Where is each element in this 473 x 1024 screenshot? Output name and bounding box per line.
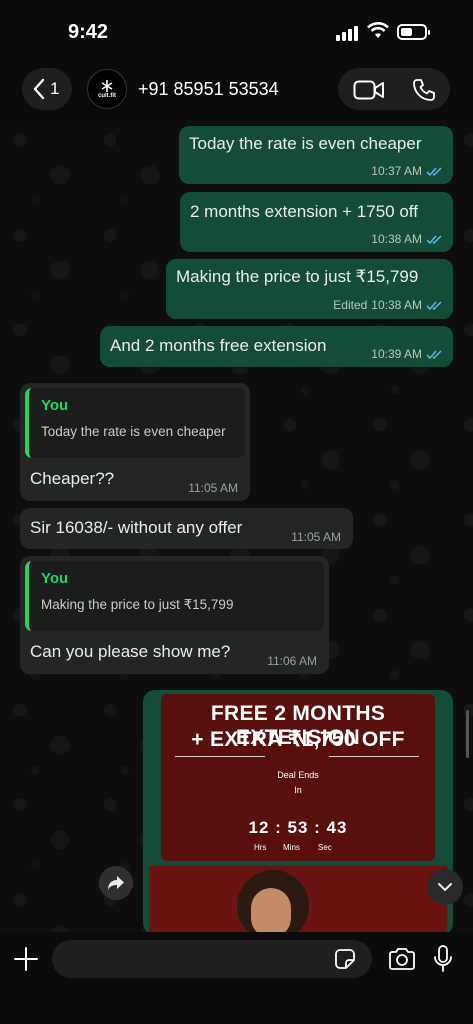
message-text: 2 months extension + 1750 off (190, 202, 418, 221)
quoted-message[interactable]: You Today the rate is even cheaper (25, 388, 245, 458)
promo-photo (149, 866, 447, 935)
sticker-icon[interactable] (334, 948, 356, 970)
message-meta: 10:37 AM (371, 164, 443, 178)
timer-unit-mins: Mins (283, 843, 300, 852)
image-message[interactable]: FREE 2 MONTHS EXTENSION + EXTRA ₹1,750 O… (143, 690, 453, 935)
quote-text: Making the price to just ₹15,799 (41, 597, 234, 612)
message-meta: 10:39 AM (371, 347, 443, 361)
chevron-left-icon (33, 78, 45, 100)
message-text: Today the rate is even cheaper (189, 134, 422, 153)
mic-icon[interactable] (433, 945, 453, 973)
deal-in-label: In (294, 785, 302, 795)
timer-unit-hrs: Hrs (254, 843, 267, 852)
battery-icon (397, 24, 430, 40)
camera-icon[interactable] (388, 947, 416, 971)
message-time: 11:05 AM (291, 530, 341, 544)
message-text: Sir 16038/- without any offer (30, 518, 243, 537)
message-meta: Edited 10:38 AM (333, 298, 443, 312)
back-button[interactable]: 1 (22, 68, 72, 110)
message-time: 11:06 AM (267, 654, 317, 668)
message-text: Can you please show me? (30, 642, 231, 661)
cellular-signal-icon (336, 25, 360, 41)
double-check-icon (426, 166, 442, 176)
scroll-to-bottom-button[interactable] (427, 869, 463, 905)
message-time: 11:05 AM (188, 481, 238, 495)
message-outgoing[interactable]: And 2 months free extension 10:39 AM (100, 326, 453, 367)
status-bar: 9:42 (0, 0, 473, 60)
message-meta: 10:38 AM (371, 232, 443, 246)
double-check-icon (426, 300, 442, 310)
forward-icon (108, 876, 124, 890)
message-incoming[interactable]: You Today the rate is even cheaper Cheap… (20, 383, 250, 501)
message-time: 10:37 AM (371, 164, 422, 178)
message-input[interactable] (52, 940, 372, 978)
wifi-icon (367, 22, 389, 38)
phone-icon[interactable] (412, 78, 436, 102)
double-check-icon (426, 349, 442, 359)
promo-title-line2: + EXTRA ₹1,750 OFF (191, 728, 405, 751)
divider (329, 756, 419, 757)
double-check-icon (426, 234, 442, 244)
message-text: Making the price to just ₹15,799 (176, 267, 419, 286)
message-outgoing[interactable]: Making the price to just ₹15,799 Edited … (166, 259, 453, 319)
message-outgoing[interactable]: 2 months extension + 1750 off 10:38 AM (180, 192, 453, 252)
status-time: 9:42 (68, 21, 109, 43)
message-time: 10:38 AM (371, 232, 422, 246)
quote-author: You (41, 570, 69, 587)
message-text: Cheaper?? (30, 469, 115, 488)
quote-author: You (41, 397, 69, 414)
message-composer (0, 932, 473, 1024)
call-controls (338, 68, 450, 110)
person-face (251, 888, 291, 935)
message-incoming[interactable]: Sir 16038/- without any offer 11:05 AM (20, 508, 353, 549)
message-text: And 2 months free extension (110, 336, 327, 355)
message-time: 10:38 AM (371, 298, 422, 312)
forward-button[interactable] (99, 866, 133, 900)
message-time: 10:39 AM (371, 347, 422, 361)
quoted-message[interactable]: You Making the price to just ₹15,799 (25, 561, 324, 631)
cult-logo-icon (101, 80, 113, 92)
avatar-label: cult.fit (98, 93, 116, 99)
message-incoming[interactable]: You Making the price to just ₹15,799 Can… (20, 556, 329, 674)
deal-ends-label: Deal Ends (277, 770, 319, 780)
scroll-indicator[interactable] (466, 710, 469, 758)
chevron-down-icon (438, 883, 452, 892)
timer-unit-sec: Sec (318, 843, 332, 852)
countdown-timer: 12 : 53 : 43 (248, 818, 348, 837)
unread-count: 1 (50, 79, 60, 98)
video-call-icon[interactable] (353, 79, 385, 101)
promo-banner[interactable]: FREE 2 MONTHS EXTENSION + EXTRA ₹1,750 O… (161, 694, 435, 861)
plus-icon[interactable] (13, 946, 39, 972)
edited-label: Edited (333, 298, 368, 312)
chat-header: 1 cult.fit +91 85951 53534 (0, 60, 473, 120)
divider (175, 756, 265, 757)
avatar[interactable]: cult.fit (87, 69, 127, 109)
message-outgoing[interactable]: Today the rate is even cheaper 10:37 AM (179, 126, 453, 184)
contact-name[interactable]: +91 85951 53534 (138, 79, 279, 100)
quote-text: Today the rate is even cheaper (41, 424, 226, 439)
